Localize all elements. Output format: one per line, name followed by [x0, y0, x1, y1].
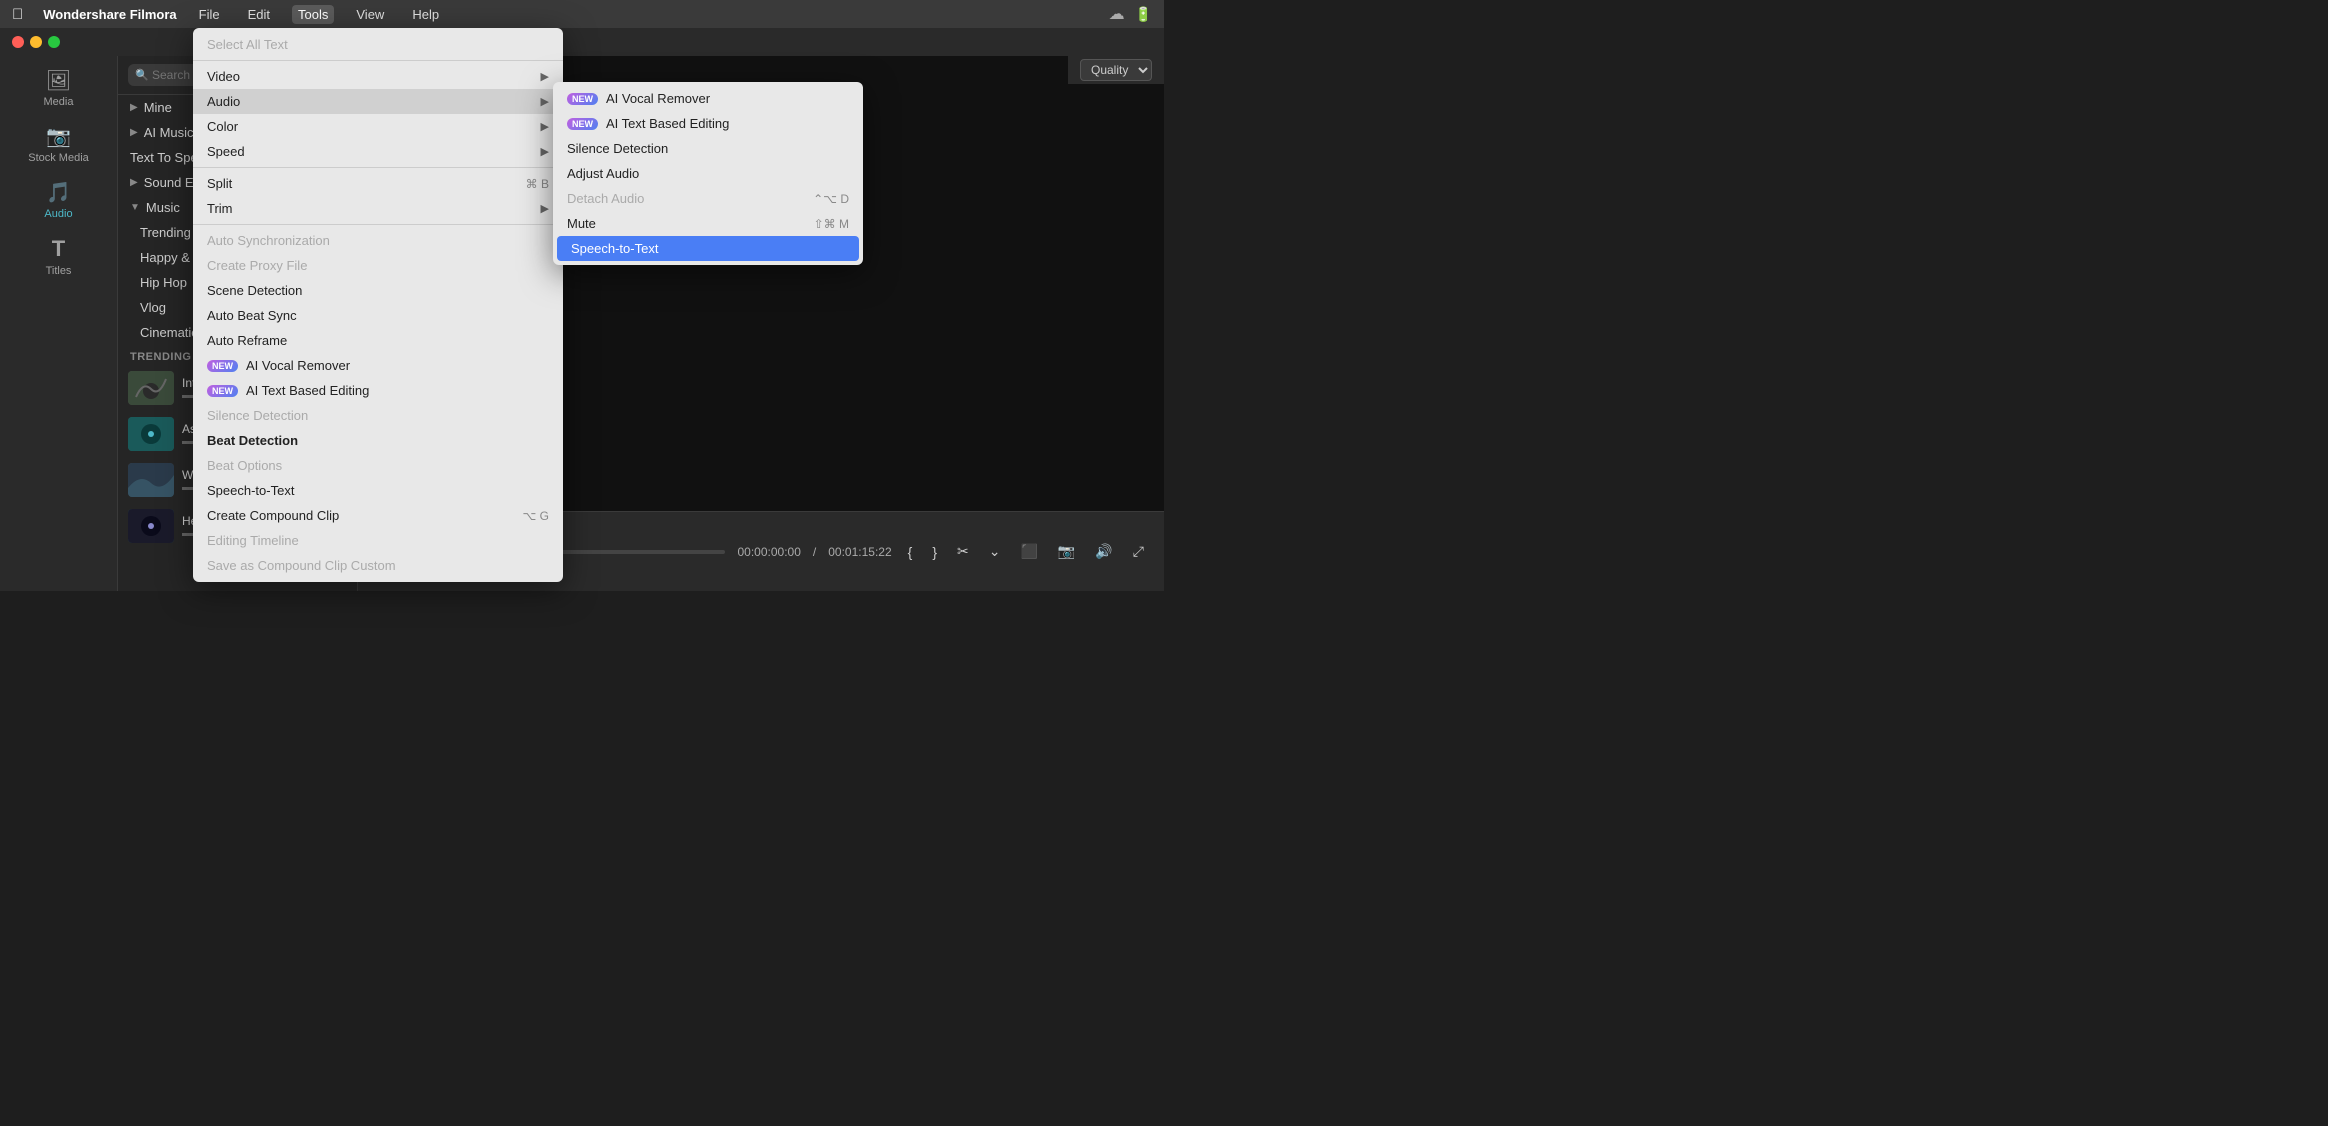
dd-color[interactable]: Color ▶ — [193, 114, 563, 139]
arrow-right-icon: ▶ — [541, 202, 549, 215]
split-shortcut: ⌘ B — [526, 177, 549, 191]
menu-item-view[interactable]: View — [350, 5, 390, 24]
arrow-ai-music: ▶ — [130, 127, 138, 138]
arrow-sound-effect: ▶ — [130, 177, 138, 188]
media-icon: 🖼 — [46, 68, 71, 93]
track-thumb-3 — [128, 463, 174, 497]
battery-icon: 🔋 — [1135, 6, 1152, 23]
minimize-button[interactable] — [30, 36, 42, 48]
total-time: 00:01:15:22 — [828, 545, 891, 559]
dd-compound-clip[interactable]: Create Compound Clip ⌥ G — [193, 503, 563, 528]
dd-scene[interactable]: Scene Detection — [193, 278, 563, 303]
arrow-right-icon: ▶ — [541, 70, 549, 83]
creative-cloud-icon: ☁ — [1109, 4, 1125, 24]
menu-item-help[interactable]: Help — [406, 5, 445, 24]
dd-beat-detection[interactable]: Beat Detection — [193, 428, 563, 453]
sidebar-item-stock-media[interactable]: 📷 Stock Media — [0, 116, 117, 172]
detach-shortcut: ⌃⌥ D — [813, 192, 849, 206]
dd-trim[interactable]: Trim ▶ — [193, 196, 563, 221]
dd-split[interactable]: Split ⌘ B — [193, 171, 563, 196]
sidebar-item-media[interactable]: 🖼 Media — [0, 60, 117, 116]
maximize-button[interactable] — [48, 36, 60, 48]
dd-auto-reframe[interactable]: Auto Reframe — [193, 328, 563, 353]
dd-audio[interactable]: Audio ▶ — [193, 89, 563, 114]
arrow-right-icon: ▶ — [541, 95, 549, 108]
dd-ai-vocal-remover[interactable]: NEW AI Vocal Remover — [553, 86, 863, 111]
dd-ai-vocal[interactable]: NEW AI Vocal Remover — [193, 353, 563, 378]
traffic-lights — [0, 28, 1164, 56]
screen-button[interactable]: ⬛ — [1016, 539, 1041, 564]
vlog-label: Vlog — [140, 300, 166, 315]
ai-music-label: AI Music — [144, 125, 194, 140]
menu-bar-right: ☁ 🔋 — [1109, 4, 1152, 24]
fullscreen-button[interactable]: ⤢ — [1129, 539, 1148, 564]
audio-submenu: NEW AI Vocal Remover NEW AI Text Based E… — [553, 82, 863, 265]
arrow-mine: ▶ — [130, 102, 138, 113]
current-time: 00:00:00:00 — [737, 545, 800, 559]
new-badge-text-editing: NEW — [567, 118, 598, 130]
dd-speech-to-text-sub[interactable]: Speech-to-Text — [557, 236, 859, 261]
menu-item-edit[interactable]: Edit — [242, 5, 276, 24]
dd-editing-timeline: Editing Timeline — [193, 528, 563, 553]
sidebar-item-titles[interactable]: T Titles — [0, 228, 117, 285]
track-thumb-2 — [128, 417, 174, 451]
mute-shortcut: ⇧⌘ M — [814, 217, 849, 231]
dd-ai-text[interactable]: NEW AI Text Based Editing — [193, 378, 563, 403]
compound-shortcut: ⌥ G — [523, 509, 550, 523]
dd-speech-to-text[interactable]: Speech-to-Text — [193, 478, 563, 503]
track-thumb-4 — [128, 509, 174, 543]
close-button[interactable] — [12, 36, 24, 48]
new-badge-ai-vocal: NEW — [207, 360, 238, 372]
dd-silence-detection[interactable]: Silence Detection — [553, 136, 863, 161]
dd-ai-text-editing[interactable]: NEW AI Text Based Editing — [553, 111, 863, 136]
dd-sep-2 — [193, 167, 563, 168]
new-badge-ai-text: NEW — [207, 385, 238, 397]
arrow-right-icon: ▶ — [541, 145, 549, 158]
dd-detach-audio: Detach Audio ⌃⌥ D — [553, 186, 863, 211]
dd-beat-options: Beat Options — [193, 453, 563, 478]
tools-dropdown: Select All Text Video ▶ Audio ▶ Color ▶ … — [193, 28, 563, 582]
cinematic-label: Cinematic — [140, 325, 198, 340]
dd-mute[interactable]: Mute ⇧⌘ M — [553, 211, 863, 236]
dd-sep-3 — [193, 224, 563, 225]
track-thumb-1 — [128, 371, 174, 405]
time-separator: / — [813, 545, 816, 559]
mark-out-button[interactable]: } — [928, 540, 941, 564]
trending-label: Trending — [140, 225, 191, 240]
quality-select[interactable]: Quality — [1080, 59, 1152, 81]
search-icon: 🔍 — [135, 69, 149, 82]
dd-auto-beat[interactable]: Auto Beat Sync — [193, 303, 563, 328]
arrow-right-icon: ▶ — [541, 120, 549, 133]
app-name: Wondershare Filmora — [43, 7, 176, 22]
volume-button[interactable]: 🔊 — [1091, 539, 1116, 564]
chevron-down-icon[interactable]: ⌄ — [985, 539, 1005, 564]
dd-speed[interactable]: Speed ▶ — [193, 139, 563, 164]
audio-icon: 🎵 — [46, 180, 71, 205]
apple-logo:  — [12, 6, 23, 23]
menu-item-file[interactable]: File — [193, 5, 226, 24]
quality-bar: Quality — [1068, 56, 1164, 84]
dd-proxy: Create Proxy File — [193, 253, 563, 278]
titles-icon: T — [52, 236, 65, 262]
dd-silence: Silence Detection — [193, 403, 563, 428]
music-label: Music — [146, 200, 180, 215]
dd-sep-1 — [193, 60, 563, 61]
mark-in-button[interactable]: { — [904, 540, 917, 564]
dd-adjust-audio[interactable]: Adjust Audio — [553, 161, 863, 186]
menu-bar:  Wondershare Filmora File Edit Tools Vi… — [0, 0, 1164, 28]
dd-auto-sync: Auto Synchronization — [193, 228, 563, 253]
mine-label: Mine — [144, 100, 172, 115]
camera-button[interactable]: 📷 — [1054, 539, 1079, 564]
dd-select-all-text: Select All Text — [193, 32, 563, 57]
sidebar-item-audio[interactable]: 🎵 Audio — [0, 172, 117, 228]
arrow-music: ▼ — [130, 202, 140, 213]
new-badge-vocal: NEW — [567, 93, 598, 105]
dd-save-compound: Save as Compound Clip Custom — [193, 553, 563, 578]
hiphop-label: Hip Hop — [140, 275, 187, 290]
menu-item-tools[interactable]: Tools — [292, 5, 334, 24]
dd-video[interactable]: Video ▶ — [193, 64, 563, 89]
sidebar: 🖼 Media 📷 Stock Media 🎵 Audio T Titles — [0, 56, 118, 591]
stock-media-icon: 📷 — [46, 124, 71, 149]
cut-button[interactable]: ✂ — [953, 539, 973, 564]
